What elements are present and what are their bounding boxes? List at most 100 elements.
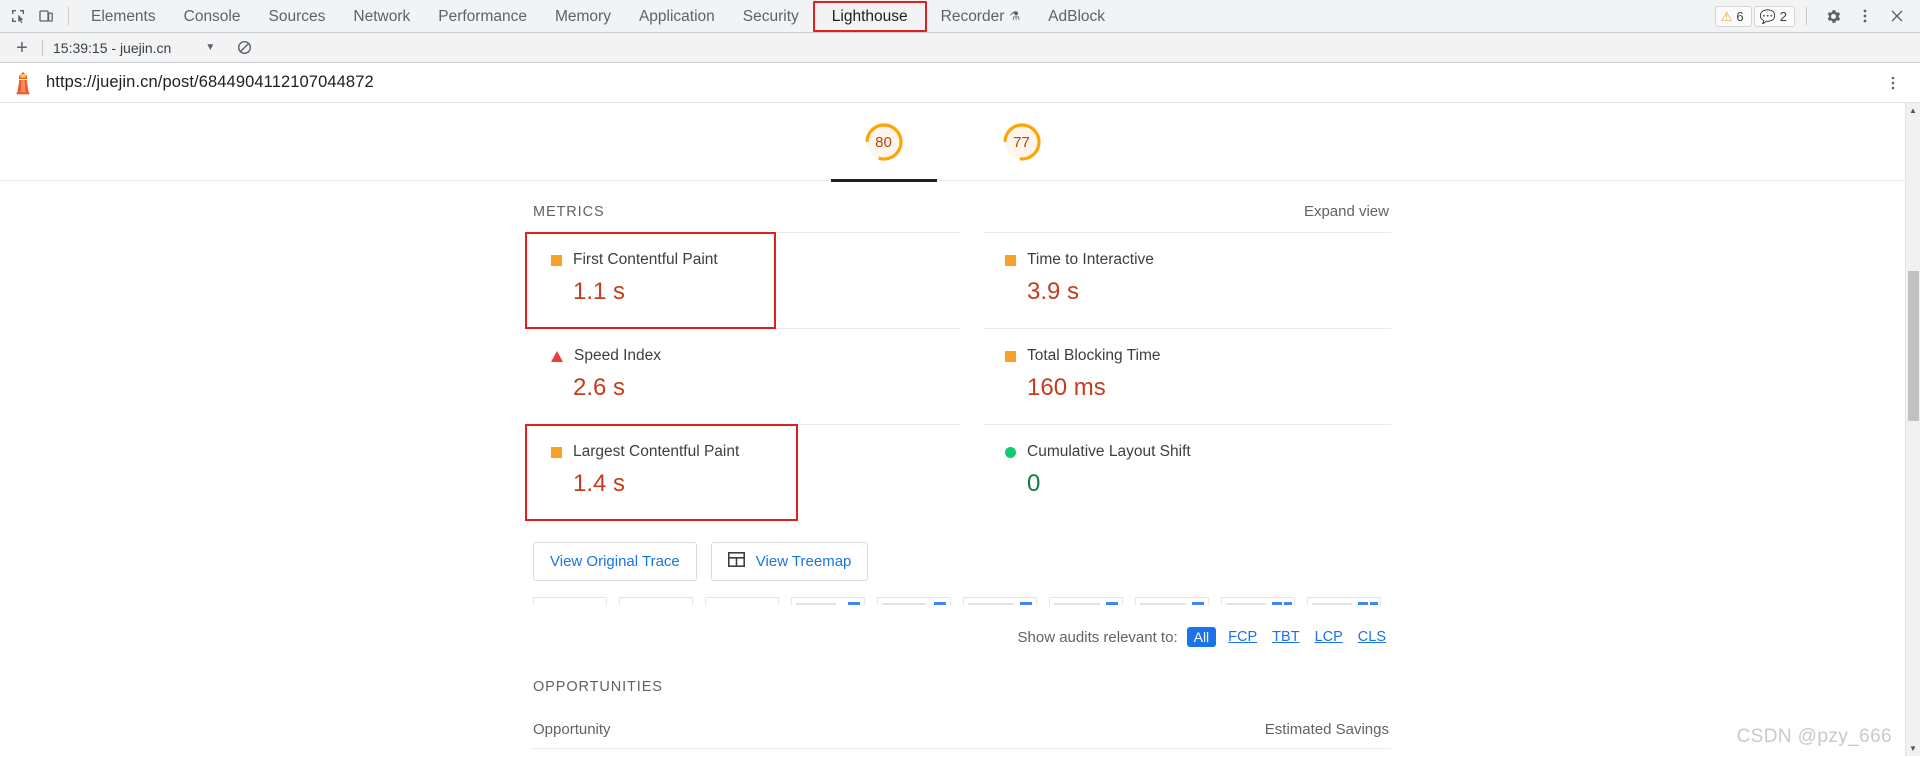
metric-label: Largest Contentful Paint [573,443,740,460]
gauge-score: 77 [1013,133,1030,151]
tab-network[interactable]: Network [339,0,424,33]
metric-time-to-interactive[interactable]: Time to Interactive 3.9 s [983,232,1391,328]
metric-rating-square-icon [1005,254,1016,266]
tab-sources[interactable]: Sources [255,0,340,33]
new-report-button[interactable]: + [10,37,34,59]
devtools-toolbar: Elements Console Sources Network Perform… [0,0,1920,33]
scroll-down-arrow-icon[interactable]: ▼ [1906,741,1920,756]
metric-rating-square-icon [551,446,562,458]
metric-first-contentful-paint[interactable]: First Contentful Paint 1.1 s [525,232,961,329]
close-devtools-icon[interactable] [1882,2,1912,30]
report-selector-dropdown[interactable]: 15:39:15 - juejin.cn ▼ [53,40,219,56]
filmstrip-frame[interactable] [705,597,779,605]
scrollbar-thumb[interactable] [1908,271,1919,421]
metric-label: Time to Interactive [1027,251,1154,268]
devtools-panel-tabs: Elements Console Sources Network Perform… [77,0,1119,32]
button-label: View Original Trace [550,553,680,570]
tab-console[interactable]: Console [170,0,255,33]
tab-label: Performance [438,7,527,25]
metric-header: Speed Index [551,347,957,365]
report-url-bar: https://juejin.cn/post/68449041121070448… [0,63,1920,103]
warnings-count: 6 [1736,8,1744,24]
filmstrip-frame[interactable] [791,597,865,605]
filmstrip-frame[interactable] [619,597,693,605]
metric-header: Cumulative Layout Shift [1005,443,1387,461]
button-label: View Treemap [755,553,852,570]
filmstrip-frame[interactable] [533,597,607,605]
tab-elements[interactable]: Elements [77,0,170,33]
metrics-title: METRICS [533,204,605,220]
column-estimated-savings: Estimated Savings [1264,721,1389,738]
tab-label: Elements [91,7,156,25]
warnings-badge[interactable]: ⚠ 6 [1714,5,1752,27]
tab-recorder[interactable]: Recorder ⚗ [927,0,1035,33]
metric-header: Largest Contentful Paint [551,443,957,461]
metric-label: Total Blocking Time [1027,347,1161,364]
filmstrip-frame[interactable] [963,597,1037,605]
tab-label: Network [353,7,411,25]
metric-value: 1.4 s [573,470,626,497]
metric-cumulative-layout-shift[interactable]: Cumulative Layout Shift 0 [983,424,1391,520]
metric-value: 160 ms [1027,374,1106,401]
expand-view-link[interactable]: Expand view [1304,203,1389,220]
column-opportunity: Opportunity [533,721,611,738]
more-options-kebab-icon[interactable] [1850,2,1880,30]
tab-adblock[interactable]: AdBlock [1034,0,1119,33]
view-original-trace-button[interactable]: View Original Trace [533,542,697,581]
scroll-up-arrow-icon[interactable]: ▲ [1906,103,1920,118]
messages-count: 2 [1779,8,1787,24]
metric-label: First Contentful Paint [573,251,718,268]
tab-lighthouse[interactable]: Lighthouse [812,0,927,32]
gauge-tab-secondary[interactable]: 77 [969,121,1075,180]
filmstrip-frame[interactable] [1135,597,1209,605]
gauge-score: 80 [875,133,892,151]
lighthouse-report-scroll-area: 80 77 METRICS Expand view First Contentf… [0,103,1920,756]
settings-gear-icon[interactable] [1818,2,1848,30]
filmstrip-frame[interactable] [877,597,951,605]
filmstrip-frame[interactable] [1307,597,1381,605]
view-treemap-button[interactable]: View Treemap [710,542,869,581]
clear-all-icon[interactable] [233,37,255,59]
report-actions: View Original Trace View Treemap [531,520,1391,581]
metric-rating-square-icon [1005,350,1016,362]
filter-fcp[interactable]: FCP [1225,629,1260,645]
filter-cls[interactable]: CLS [1355,629,1389,645]
chevron-down-icon: ▼ [205,42,216,53]
filter-tbt[interactable]: TBT [1269,629,1302,645]
metric-largest-contentful-paint[interactable]: Largest Contentful Paint 1.4 s [525,424,961,521]
metric-speed-index[interactable]: Speed Index 2.6 s [531,328,961,424]
messages-badge[interactable]: 💬 2 [1753,5,1795,27]
inspect-element-icon[interactable] [4,3,32,29]
metrics-section-header: METRICS Expand view [531,203,1391,232]
vertical-scrollbar[interactable]: ▲ ▼ [1905,103,1920,756]
metrics-grid: First Contentful Paint 1.1 s Time to Int… [525,232,1391,521]
metric-value: 3.9 s [1027,278,1080,305]
opportunities-table-header: Opportunity Estimated Savings [531,695,1391,749]
gauge-tab-performance[interactable]: 80 [830,121,937,182]
metric-value: 1.1 s [573,278,626,305]
filmstrip-frame[interactable] [1221,597,1295,605]
category-gauges: 80 77 [0,103,1905,182]
audit-filter-label: Show audits relevant to: [1017,628,1178,646]
filter-lcp[interactable]: LCP [1312,629,1346,645]
metric-total-blocking-time[interactable]: Total Blocking Time 160 ms [983,328,1391,424]
score-gauge: 77 [1001,121,1043,163]
toolbar-divider [42,39,43,56]
metric-value: 0 [1027,470,1041,497]
filter-all[interactable]: All [1186,627,1217,647]
tab-application[interactable]: Application [625,0,729,33]
metric-label: Speed Index [574,347,662,364]
tab-security[interactable]: Security [729,0,813,33]
message-bubble-icon: 💬 [1759,8,1776,24]
metric-header: Total Blocking Time [1005,347,1387,365]
device-toolbar-icon[interactable] [32,3,60,29]
tab-performance[interactable]: Performance [424,0,541,33]
filmstrip-frame[interactable] [1049,597,1123,605]
tab-label: Recorder [940,7,1005,25]
score-gauge: 80 [863,121,905,163]
report-more-options-kebab-icon[interactable] [1880,70,1906,96]
tab-memory[interactable]: Memory [541,0,625,33]
tab-label: Console [183,7,241,25]
tab-label: Sources [268,7,326,25]
tab-label: Lighthouse [831,7,908,25]
